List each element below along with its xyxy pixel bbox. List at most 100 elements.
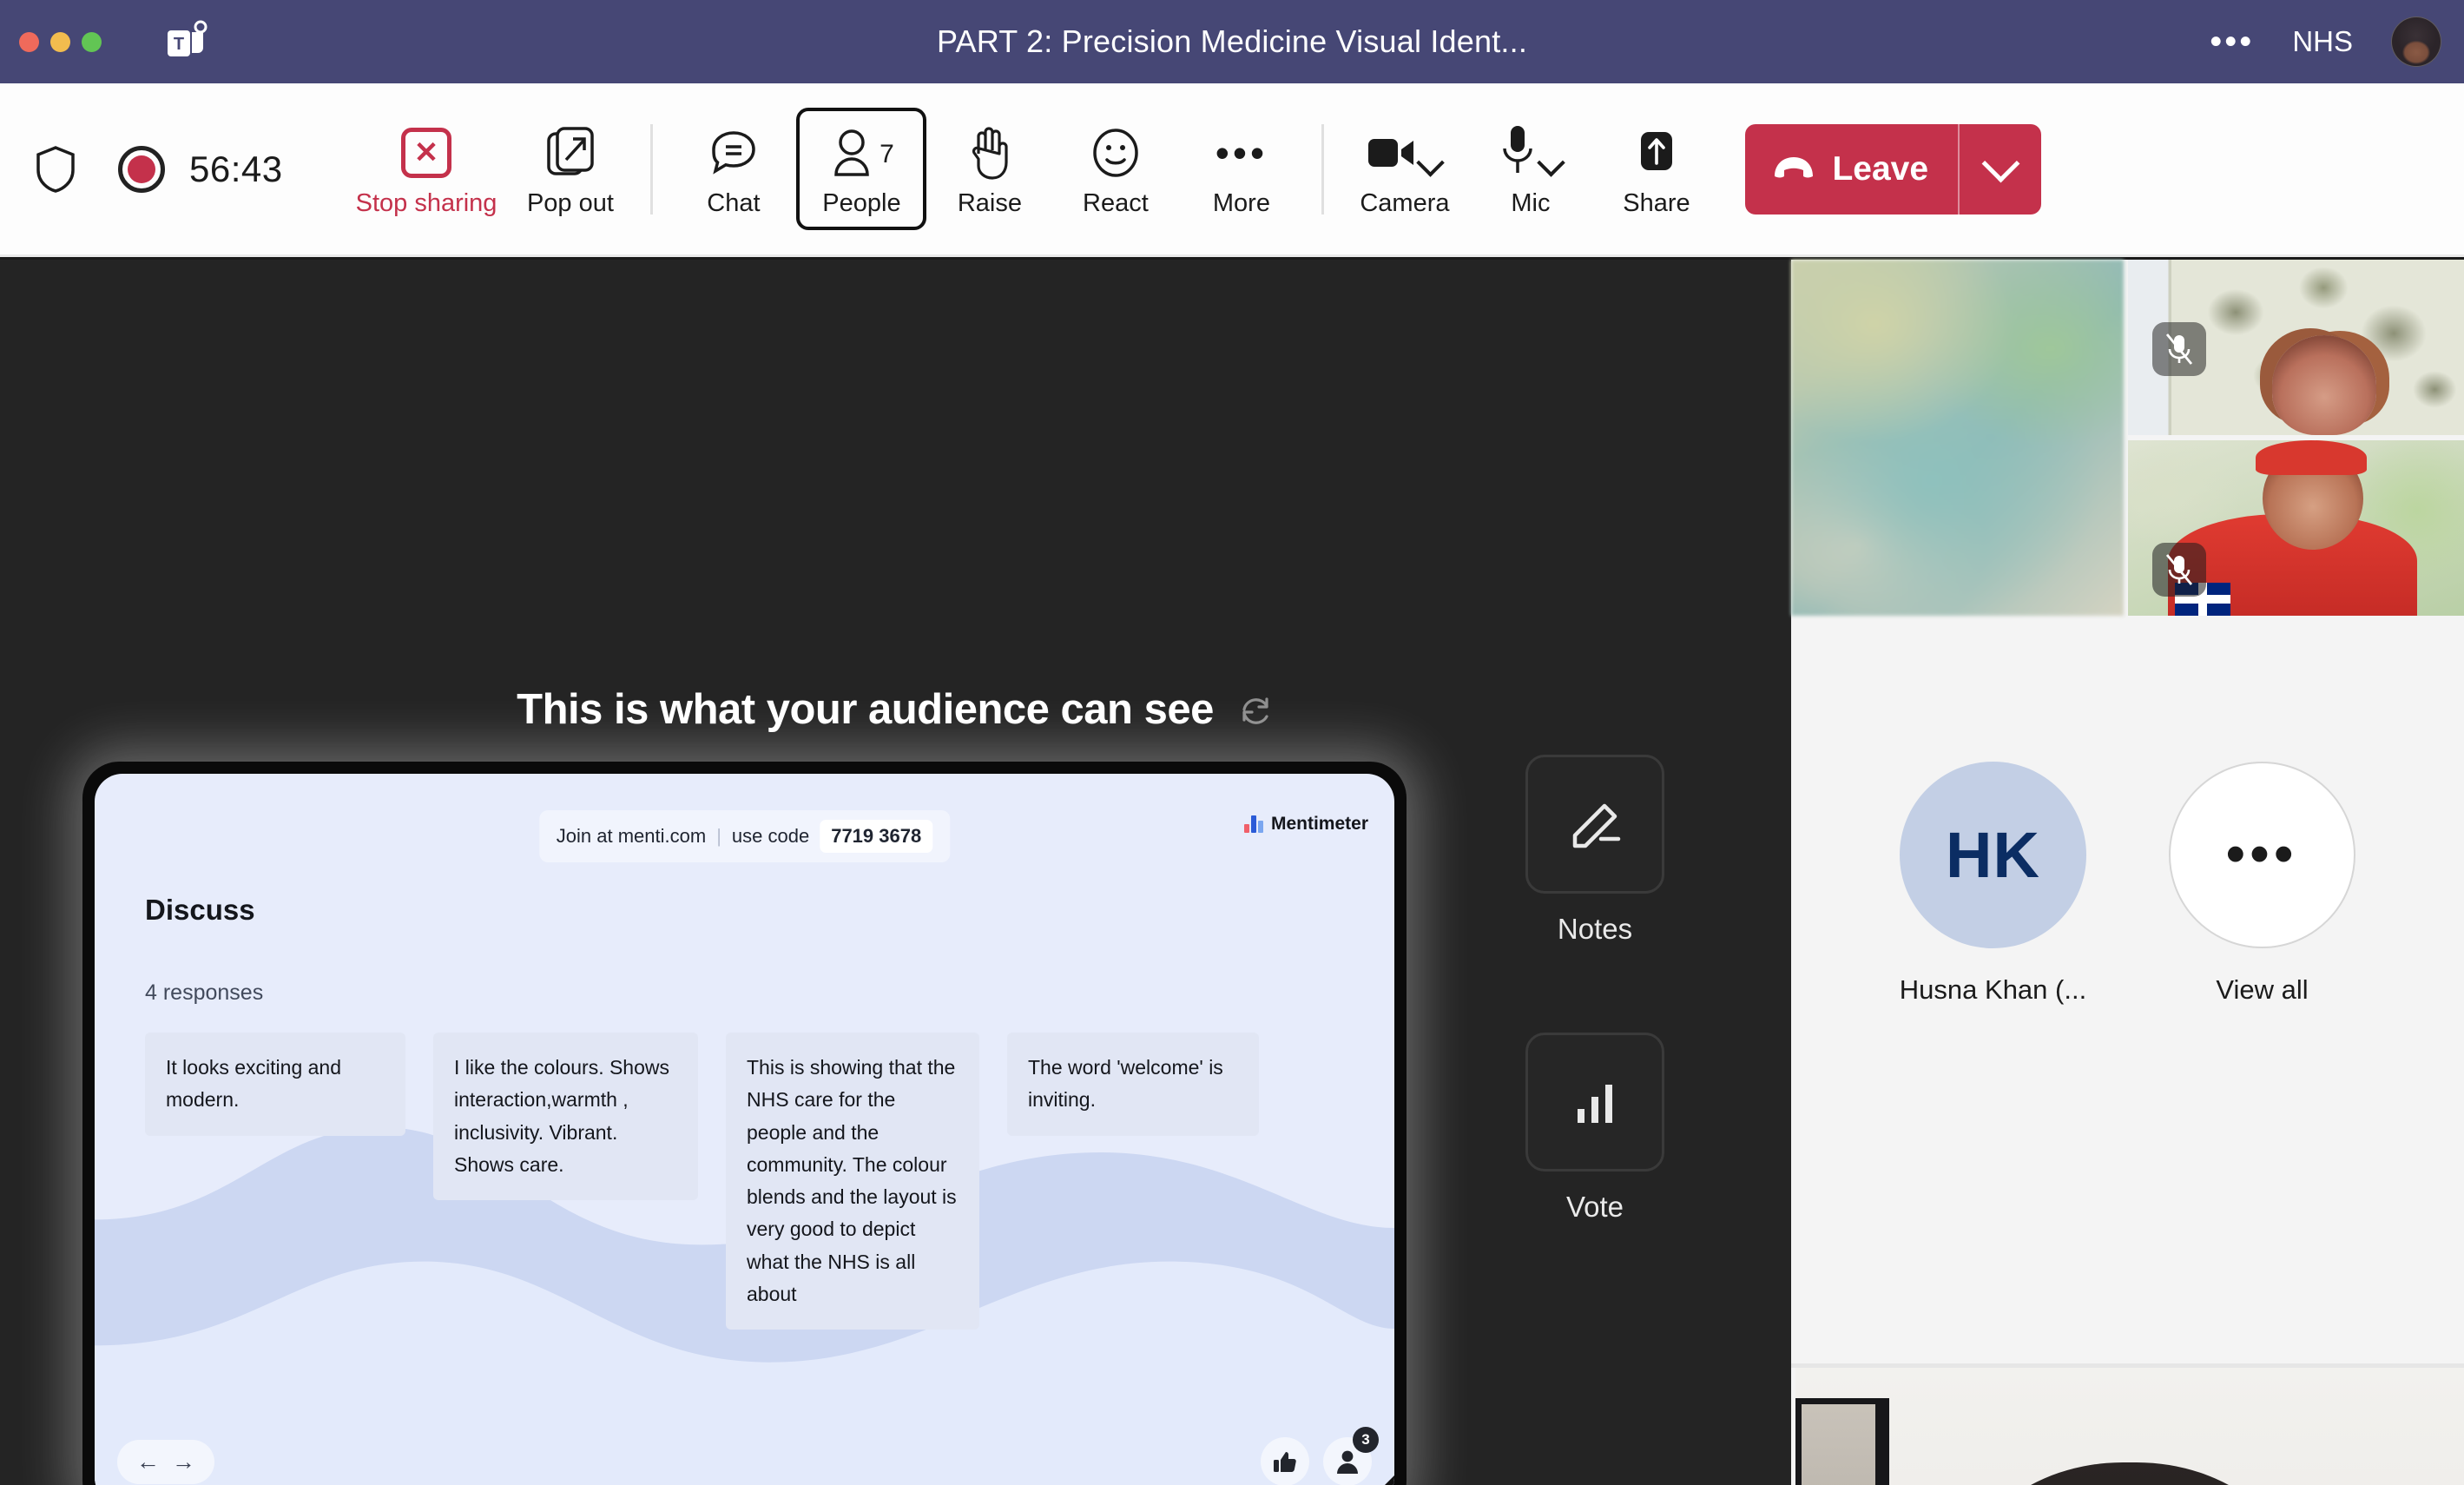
leave-options-chevron-icon[interactable] [1958, 124, 2041, 214]
recording-dot-icon [118, 146, 165, 193]
participant-video-top[interactable] [2128, 260, 2464, 435]
meeting-title: PART 2: Precision Medicine Visual Ident.… [0, 23, 2464, 60]
window-traffic-lights[interactable] [19, 32, 102, 52]
mic-button[interactable]: Mic [1467, 115, 1593, 223]
speaker-hair [1956, 1462, 2303, 1485]
raised-hand-icon [966, 123, 1013, 182]
smiley-face-icon [1090, 123, 1142, 182]
stage-title-row: This is what your audience can see [0, 685, 1791, 734]
stop-sharing-icon: ✕ [401, 123, 451, 182]
thumbs-up-icon [1273, 1449, 1297, 1474]
like-button[interactable] [1261, 1437, 1309, 1485]
mentimeter-slide-frame: Join at menti.com | use code 7719 3678 M… [82, 762, 1407, 1485]
react-button[interactable]: React [1052, 115, 1178, 223]
vote-button[interactable] [1525, 1033, 1664, 1172]
user-avatar[interactable] [2391, 16, 2441, 67]
slide-navigation[interactable]: ← → [117, 1440, 214, 1484]
maximize-window-button[interactable] [82, 32, 102, 52]
notes-label: Notes [1521, 913, 1669, 946]
video-tiles-grid [1791, 260, 2464, 627]
stop-sharing-button[interactable]: ✕ Stop sharing [346, 115, 508, 223]
chat-label: Chat [707, 189, 760, 218]
pop-out-label: Pop out [527, 189, 614, 218]
ellipsis-icon: ••• [2226, 847, 2298, 863]
share-button[interactable]: Share [1593, 115, 1719, 223]
participants-badge: 3 [1353, 1427, 1379, 1453]
response-card: This is showing that the NHS care for th… [726, 1033, 979, 1330]
notes-button[interactable] [1525, 755, 1664, 894]
avatar-participants-area: HK Husna Khan (... ••• View all [1791, 631, 2464, 1374]
mic-muted-icon [2152, 543, 2206, 597]
vote-label: Vote [1521, 1191, 1669, 1224]
people-button[interactable]: 7 People [796, 108, 926, 230]
view-all-avatar[interactable]: ••• [2169, 762, 2355, 948]
person-icon [1336, 1449, 1359, 1474]
toolbar-divider-2 [1321, 124, 1324, 214]
participant-video-large[interactable] [1791, 260, 2124, 616]
participants-panel: HK Husna Khan (... ••• View all [1791, 260, 2464, 1485]
speaker-person [1956, 1450, 2303, 1485]
toolbar-divider [650, 124, 653, 214]
participant-cap [2256, 440, 2367, 475]
menti-join-banner: Join at menti.com | use code 7719 3678 [539, 810, 950, 862]
join-mid: use code [732, 825, 809, 848]
shield-icon [35, 145, 76, 194]
raise-label: Raise [958, 189, 1022, 218]
menti-response-count: 4 responses [145, 980, 263, 1006]
pencil-edit-icon [1558, 787, 1632, 861]
chat-bubble-icon [707, 123, 761, 182]
menti-code: 7719 3678 [820, 820, 932, 853]
teams-meeting-window: T PART 2: Precision Medicine Visual Iden… [0, 0, 2464, 1485]
stage-title: This is what your audience can see [517, 685, 1214, 734]
participant-video-middle[interactable] [2128, 440, 2464, 616]
presenter-tools-rail: Notes Vote [1521, 755, 1669, 1224]
join-prefix: Join at menti.com [557, 825, 706, 848]
ellipsis-icon: ••• [1216, 123, 1268, 182]
mentimeter-brand-label: Mentimeter [1271, 814, 1368, 835]
mic-muted-icon [2152, 322, 2206, 376]
response-card: I like the colours. Shows interaction,wa… [433, 1033, 698, 1200]
participant-face [2272, 335, 2376, 435]
people-icon: 7 [829, 123, 894, 182]
camera-button[interactable]: Camera [1341, 115, 1467, 223]
minimize-window-button[interactable] [50, 32, 70, 52]
microphone-icon [1498, 123, 1564, 182]
speaker-video-tile[interactable] [1795, 1368, 2464, 1485]
pop-out-icon [545, 123, 596, 182]
bar-chart-icon [1560, 1067, 1630, 1137]
room-window [1795, 1398, 1889, 1485]
camera-chevron-down-icon[interactable] [1417, 151, 1443, 177]
avatar: HK [1900, 762, 2086, 948]
mic-chevron-down-icon[interactable] [1538, 151, 1564, 177]
share-arrow-up-icon [1634, 123, 1679, 182]
organization-label: NHS [2292, 25, 2353, 58]
next-slide-button[interactable]: → [172, 1450, 195, 1474]
participant-avatar-item[interactable]: HK Husna Khan (... [1885, 762, 2102, 1006]
slide-corner-fold [1365, 1475, 1394, 1485]
response-card: The word 'welcome' is inviting. [1007, 1033, 1259, 1136]
join-separator: | [716, 825, 721, 848]
window-more-icon[interactable]: ••• [2210, 35, 2254, 49]
shared-content-stage: This is what your audience can see Join … [0, 260, 1791, 1485]
more-label: More [1213, 189, 1270, 218]
react-label: React [1083, 189, 1149, 218]
participant-name: Husna Khan (... [1900, 974, 2086, 1006]
view-all-participants-item[interactable]: ••• View all [2154, 762, 2371, 1006]
meeting-timer: 56:43 [189, 148, 283, 190]
more-button[interactable]: ••• More [1178, 115, 1304, 223]
mentimeter-logo-icon [1244, 815, 1263, 833]
leave-button[interactable]: Leave [1745, 124, 1958, 214]
pop-out-button[interactable]: Pop out [507, 115, 633, 223]
leave-label: Leave [1832, 150, 1928, 188]
menti-question: Discuss [145, 894, 255, 927]
refresh-icon[interactable] [1236, 690, 1275, 729]
microsoft-teams-logo-icon: T [162, 18, 209, 65]
close-window-button[interactable] [19, 32, 39, 52]
previous-slide-button[interactable]: ← [136, 1450, 160, 1474]
raise-hand-button[interactable]: Raise [926, 115, 1052, 223]
stop-sharing-label: Stop sharing [356, 189, 497, 218]
people-label: People [822, 189, 900, 218]
mic-label: Mic [1511, 189, 1550, 218]
view-all-label: View all [2216, 974, 2308, 1006]
chat-button[interactable]: Chat [670, 115, 796, 223]
